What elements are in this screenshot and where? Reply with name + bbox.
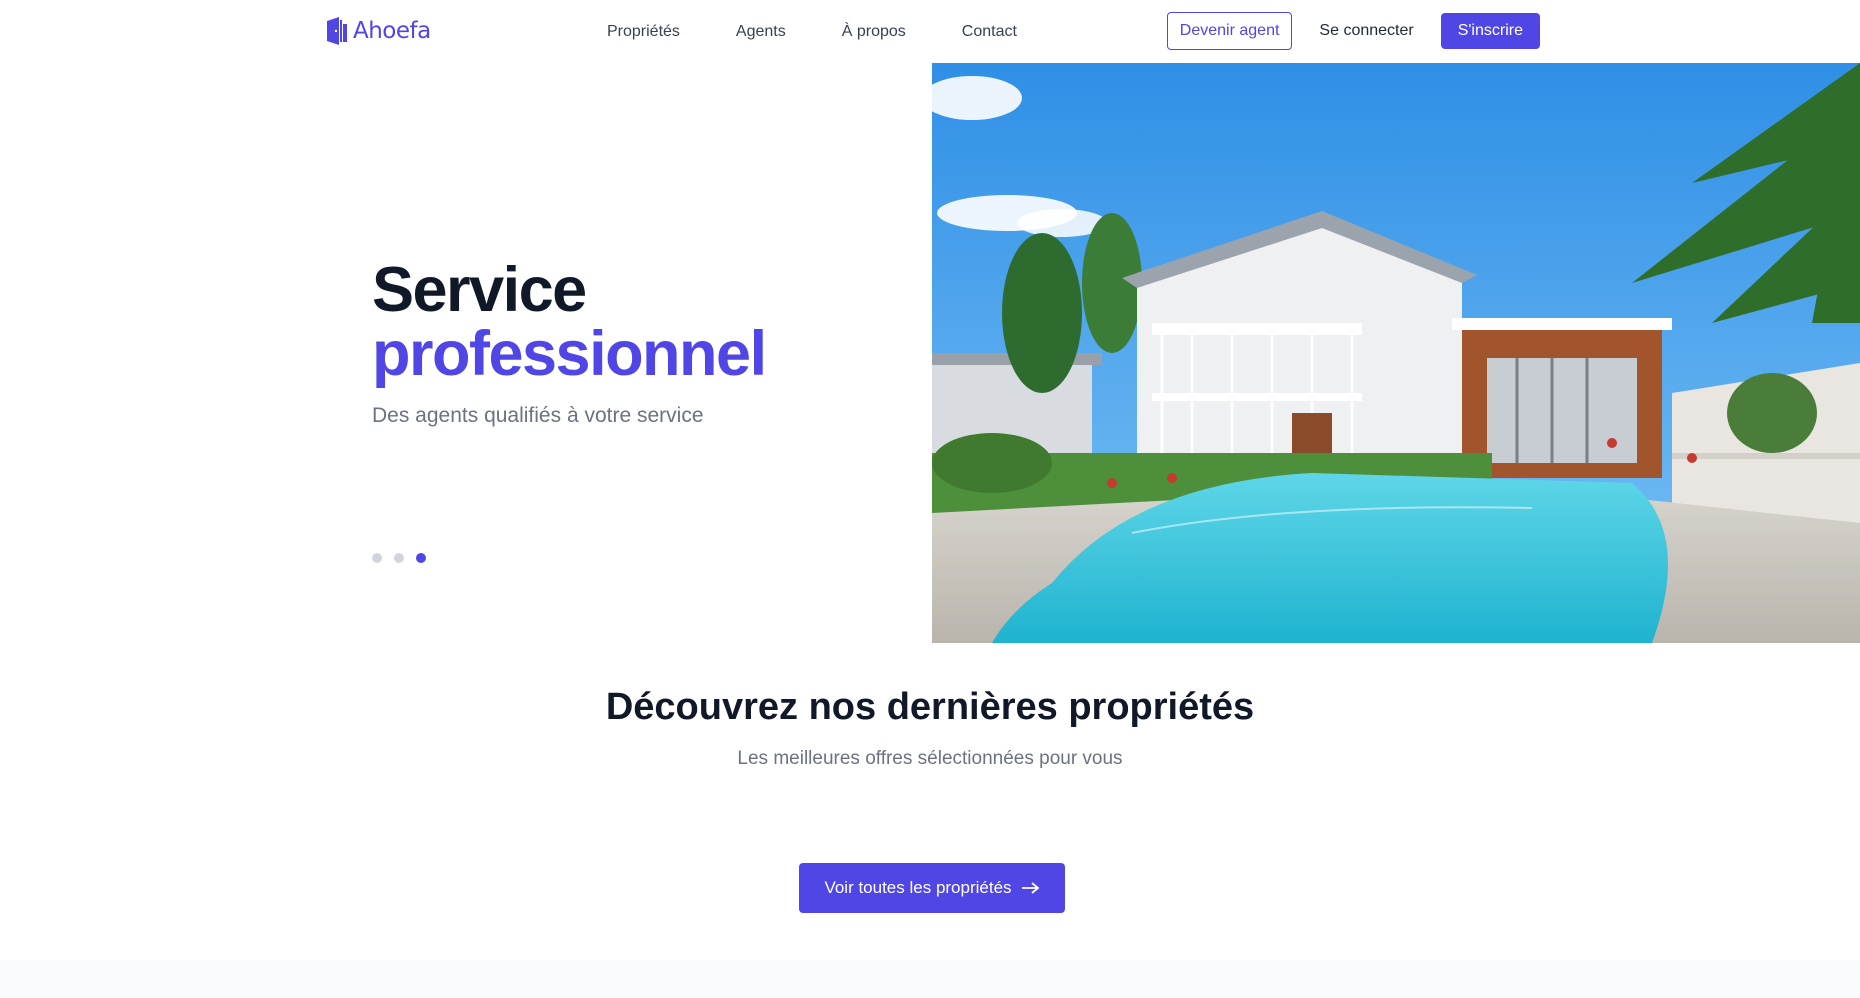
nav-link-a-propos[interactable]: À propos: [842, 23, 906, 41]
view-all-properties-button[interactable]: Voir toutes les propriétés: [799, 863, 1065, 913]
nav-link-agents[interactable]: Agents: [736, 23, 786, 41]
hero-title-line1: Service: [372, 255, 587, 325]
carousel-dots: [372, 553, 426, 563]
nav-link-contact[interactable]: Contact: [962, 23, 1017, 41]
main-nav: Propriétés Agents À propos Contact: [607, 0, 1073, 63]
hero-image: [932, 63, 1860, 643]
carousel-dot-2[interactable]: [394, 553, 404, 563]
arrow-right-icon: [1021, 882, 1039, 894]
section-title: Découvrez nos dernières propriétés: [605, 686, 1255, 728]
brand-logo[interactable]: Ahoefa: [325, 16, 431, 46]
nav-actions: Devenir agent Se connecter S'inscrire: [1166, 12, 1540, 50]
door-logo-icon: [327, 17, 347, 45]
cta-label: Voir toutes les propriétés: [824, 878, 1012, 897]
brand-name: Ahoefa: [353, 18, 431, 44]
next-section-band: [0, 960, 1860, 998]
section-subtitle: Les meilleures offres sélectionnées pour…: [737, 748, 1123, 769]
hero-title-line2: professionnel: [372, 319, 767, 389]
signup-button[interactable]: S'inscrire: [1440, 13, 1540, 49]
carousel-dot-1[interactable]: [372, 553, 382, 563]
hero-text: Service professionnel Des agents qualifi…: [372, 255, 767, 428]
login-button[interactable]: Se connecter: [1304, 12, 1428, 50]
nav-link-proprietes[interactable]: Propriétés: [607, 23, 680, 41]
hero-subtitle: Des agents qualifiés à votre service: [372, 404, 704, 427]
navbar: Ahoefa Propriétés Agents À propos Contac…: [0, 0, 1860, 63]
house-with-pool-photo: [932, 63, 1860, 643]
become-agent-button[interactable]: Devenir agent: [1166, 12, 1293, 50]
carousel-dot-3[interactable]: [416, 553, 426, 563]
